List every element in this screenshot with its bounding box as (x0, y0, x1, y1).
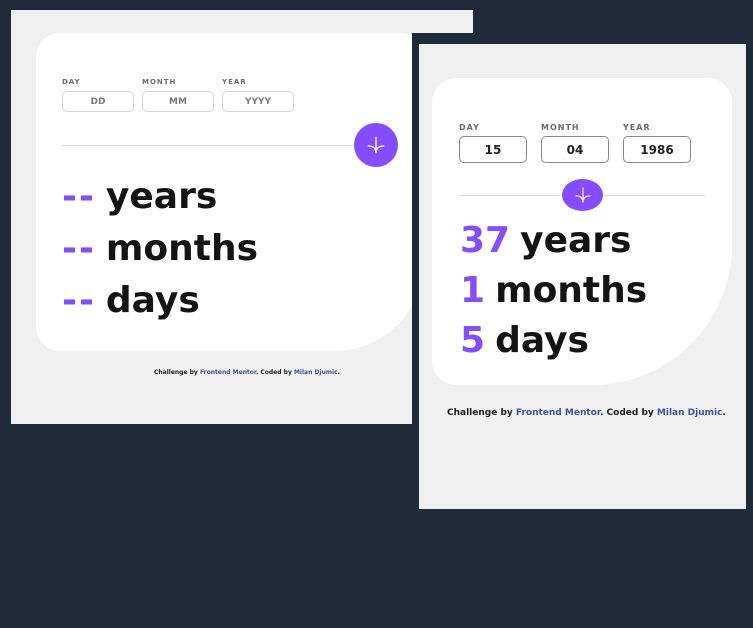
date-inputs: DAY DD MONTH MM YEAR YYYY (62, 78, 302, 112)
month-input[interactable]: MM (142, 91, 214, 112)
days-value: -- (62, 279, 96, 321)
day-field: DAY 15 (459, 123, 527, 163)
frontend-mentor-link[interactable]: Frontend Mentor (200, 369, 256, 376)
month-input[interactable]: 04 (541, 136, 609, 163)
attribution-suffix: . (722, 408, 726, 418)
year-input[interactable]: 1986 (623, 136, 691, 163)
results: 37 years 1 months 5 days (460, 215, 647, 365)
months-label: months (105, 227, 259, 269)
attribution: Challenge by Frontend Mentor. Coded by M… (154, 369, 340, 376)
screenshot-filled-state: DAY 15 MONTH 04 YEAR 1986 37 years 1 mon… (419, 44, 746, 509)
arrow-down-icon (367, 136, 385, 154)
result-months: -- months (62, 222, 258, 274)
arrow-down-icon (574, 187, 591, 203)
years-label: years (105, 175, 218, 217)
months-value: -- (62, 227, 96, 269)
result-days: 5 days (460, 315, 647, 365)
author-link[interactable]: Milan Djumic (657, 408, 723, 418)
year-label: YEAR (623, 123, 651, 132)
day-input[interactable]: DD (62, 91, 134, 112)
days-label: days (495, 319, 589, 361)
days-value: 5 (460, 319, 486, 361)
day-field: DAY DD (62, 78, 134, 112)
year-input[interactable]: YYYY (222, 91, 294, 112)
months-value: 1 (460, 269, 486, 311)
month-field: MONTH 04 (541, 123, 609, 163)
month-label: MONTH (541, 123, 580, 132)
months-label: months (495, 269, 648, 311)
days-label: days (105, 279, 200, 321)
attribution: Challenge by Frontend Mentor. Coded by M… (447, 408, 726, 418)
result-months: 1 months (460, 265, 647, 315)
day-input[interactable]: 15 (459, 136, 527, 163)
author-link[interactable]: Milan Djumic (294, 369, 338, 376)
results: -- years -- months -- days (62, 170, 258, 326)
age-calculator-card: DAY 15 MONTH 04 YEAR 1986 37 years 1 mon… (432, 78, 732, 385)
day-label: DAY (62, 78, 81, 86)
attribution-suffix: . (337, 369, 340, 376)
year-label: YEAR (222, 78, 247, 86)
frontend-mentor-link[interactable]: Frontend Mentor (516, 408, 600, 418)
month-label: MONTH (142, 78, 177, 86)
screenshot-empty-state: DAY DD MONTH MM YEAR YYYY -- years -- mo… (11, 10, 473, 424)
years-value: 37 (460, 219, 511, 261)
day-label: DAY (459, 123, 480, 132)
attribution-middle: . Coded by (600, 408, 657, 418)
submit-button[interactable] (562, 179, 603, 211)
years-label: years (520, 219, 632, 261)
result-years: -- years (62, 170, 258, 222)
attribution-middle: . Coded by (256, 369, 294, 376)
years-value: -- (62, 175, 96, 217)
year-field: YEAR 1986 (623, 123, 691, 163)
attribution-prefix: Challenge by (154, 369, 200, 376)
divider (62, 145, 362, 146)
attribution-prefix: Challenge by (447, 408, 516, 418)
age-calculator-card: DAY DD MONTH MM YEAR YYYY -- years -- mo… (36, 33, 424, 351)
result-years: 37 years (460, 215, 647, 265)
year-field: YEAR YYYY (222, 78, 294, 112)
month-field: MONTH MM (142, 78, 214, 112)
result-days: -- days (62, 274, 258, 326)
date-inputs: DAY 15 MONTH 04 YEAR 1986 (459, 123, 705, 163)
submit-button[interactable] (354, 123, 398, 167)
